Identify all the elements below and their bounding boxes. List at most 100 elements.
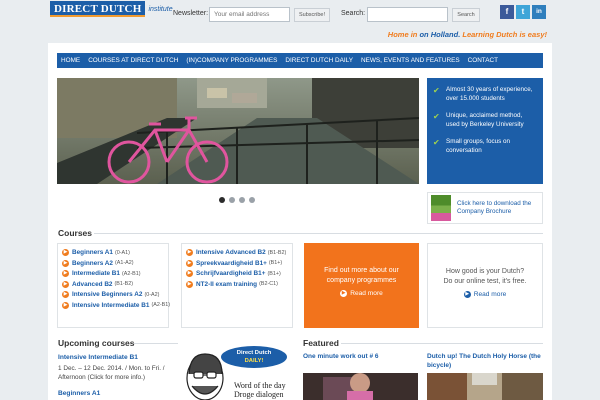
course-link[interactable]: ▶ Beginners A1 (0-A1) <box>62 249 164 256</box>
logo-subtitle: institute <box>148 5 173 13</box>
upcoming-course-details: 1 Dec. – 12 Dec. 2014. / Mon. to Fri. / … <box>58 365 165 381</box>
usp-text: Small groups, focus on conversation <box>446 138 511 154</box>
arrow-icon: ▶ <box>186 270 193 277</box>
course-level: (B2-C1) <box>259 281 278 287</box>
course-level: (A2-B1) <box>121 270 141 277</box>
twitter-icon[interactable]: t <box>516 5 530 19</box>
check-icon: ✔ <box>433 112 440 121</box>
course-link[interactable]: ▶ NT2-II exam training (B2-C1) <box>186 280 288 288</box>
logo[interactable]: DIRECT DUTCH institute <box>50 1 173 17</box>
search-input[interactable] <box>367 7 448 22</box>
featured-link-2[interactable]: Dutch up! The Dutch Holy Horse (the bicy… <box>427 353 543 370</box>
arrow-icon: ▶ <box>186 280 193 288</box>
usp-box: ✔ Almost 30 years of experience, over 15.… <box>427 78 543 184</box>
course-link[interactable]: ▶ Intensive Intermediate B1 (A2-B1) <box>62 301 170 309</box>
arrow-icon: ▶ <box>340 290 348 297</box>
course-name: Spreekvaardigheid B1+ <box>196 259 267 267</box>
course-name: Intensive Intermediate B1 <box>72 301 150 309</box>
hero-slideshow-image[interactable] <box>57 78 419 184</box>
featured-image-1[interactable] <box>303 373 418 400</box>
courses-list-1: ▶ Beginners A1 (0-A1) ▶ Beginners A2 (A1-A2)… <box>57 243 170 328</box>
arrow-icon: ▶ <box>186 249 193 256</box>
course-name: Intermediate B1 <box>72 270 120 277</box>
course-link[interactable]: ▶ Advanced B2 (B1-B2) <box>62 280 164 288</box>
search-label: Search: <box>341 10 366 17</box>
online-test-promo[interactable]: How good is your Dutch? Do our online te… <box>427 243 543 328</box>
featured-divider <box>341 343 543 344</box>
courses-heading: Courses <box>58 228 93 238</box>
linkedin-icon[interactable]: in <box>532 5 546 19</box>
brochure-download-link[interactable]: Click here to download the Company Broch… <box>427 192 543 224</box>
tagline: Home in on Holland. Learning Dutch is ea… <box>388 30 547 39</box>
company-programmes-promo[interactable]: Find out more about our company programm… <box>304 243 419 328</box>
brochure-link-text: Click here to download the Company Broch… <box>457 199 532 216</box>
main-nav: HOME COURSES AT DIRECT DUTCH (IN)COMPANY… <box>57 53 543 68</box>
slide-dot-2[interactable] <box>229 197 235 203</box>
nav-contact[interactable]: CONTACT <box>464 53 502 68</box>
nav-direct-dutch-daily[interactable]: DIRECT DUTCH DAILY <box>281 53 357 68</box>
upcoming-course-link[interactable]: Intensive Intermediate B1 <box>58 354 138 361</box>
promo-text: How good is your Dutch? Do our online te… <box>443 268 527 285</box>
word-of-the-day-text: Word of the day Droge dialogen <box>234 381 286 399</box>
arrow-icon: ▶ <box>62 249 69 256</box>
upcoming-divider <box>134 343 178 344</box>
check-icon: ✔ <box>433 86 440 95</box>
nav-home[interactable]: HOME <box>57 53 84 68</box>
course-link[interactable]: ▶ Intermediate B1 (A2-B1) <box>62 270 164 277</box>
upcoming-course-link[interactable]: Beginners A1 <box>58 390 100 397</box>
arrow-icon: ▶ <box>62 270 69 277</box>
course-level: (A2-B1) <box>151 302 171 308</box>
newsletter-label: Newsletter: <box>173 10 209 17</box>
featured-image-2[interactable] <box>427 373 543 400</box>
bubble-daily: DAILY! <box>244 358 264 364</box>
nav-company-programmes[interactable]: (IN)COMPANY PROGRAMMES <box>182 53 281 68</box>
tagline-part-1: Home in <box>387 30 420 39</box>
direct-dutch-daily-bubble: Direct Dutch DAILY! <box>221 346 287 368</box>
read-more-label: Read more <box>350 290 383 297</box>
subscribe-button[interactable]: Subscribe! <box>294 8 330 22</box>
tagline-part-3: Learning Dutch is easy! <box>460 30 547 39</box>
course-level: (0-A1) <box>114 249 130 256</box>
check-icon: ✔ <box>433 138 440 147</box>
promo-text: Find out more about our company programm… <box>324 267 399 284</box>
newsletter-email-input[interactable] <box>209 7 290 22</box>
course-level: (B1-B2) <box>267 249 287 256</box>
wotd-line-1: Word of the day <box>234 381 286 390</box>
nav-news[interactable]: NEWS, EVENTS AND FEATURES <box>357 53 464 68</box>
facebook-icon[interactable]: f <box>500 5 514 19</box>
featured-heading: Featured <box>303 338 339 348</box>
bubble-title: Direct Dutch <box>236 350 272 356</box>
nav-courses[interactable]: COURSES AT DIRECT DUTCH <box>84 53 182 68</box>
upcoming-courses-heading: Upcoming courses <box>58 338 135 348</box>
top-bar: DIRECT DUTCH institute Newsletter: Subsc… <box>0 0 600 28</box>
tagline-part-2: on Holland. <box>419 30 461 39</box>
slide-dot-3[interactable] <box>239 197 245 203</box>
course-name: NT2-II exam training <box>196 280 258 288</box>
course-link[interactable]: ▶ Schrijfvaardigheid B1+ (B1+) <box>186 270 288 277</box>
search-button[interactable]: Search <box>452 8 480 22</box>
course-name: Beginners A1 <box>72 249 113 256</box>
course-level: (B1-B2) <box>114 281 134 287</box>
wotd-line-2: Droge dialogen <box>234 390 284 399</box>
course-name: Schrijfvaardigheid B1+ <box>196 270 266 277</box>
course-link[interactable]: ▶ Intensive Beginners A2 (0-A2) <box>62 291 164 298</box>
usp-item: ✔ Small groups, focus on conversation <box>433 138 537 155</box>
arrow-icon: ▶ <box>186 259 193 267</box>
course-link[interactable]: ▶ Intensive Advanced B2 (B1-B2) <box>186 249 288 256</box>
featured-link-1[interactable]: One minute work out # 6 <box>303 353 418 362</box>
read-more-link[interactable]: ▶ Read more <box>304 290 419 297</box>
usp-text: Unique, acclaimed method, used by Berkel… <box>446 112 524 128</box>
course-link[interactable]: ▶ Beginners A2 (A1-A2) <box>62 259 164 267</box>
slide-dot-4[interactable] <box>249 197 255 203</box>
course-name: Intensive Beginners A2 <box>72 291 143 298</box>
course-level: (0-A2) <box>144 291 160 298</box>
courses-divider <box>94 233 543 234</box>
read-more-link[interactable]: ▶ Read more <box>428 291 542 298</box>
course-name: Intensive Advanced B2 <box>196 249 266 256</box>
course-link[interactable]: ▶ Spreekvaardigheid B1+ (B1+) <box>186 259 288 267</box>
slide-dot-1[interactable] <box>219 197 225 203</box>
slideshow-dots <box>219 197 255 203</box>
read-more-label: Read more <box>473 291 507 298</box>
course-name: Beginners A2 <box>72 259 113 267</box>
arrow-icon: ▶ <box>463 291 471 298</box>
